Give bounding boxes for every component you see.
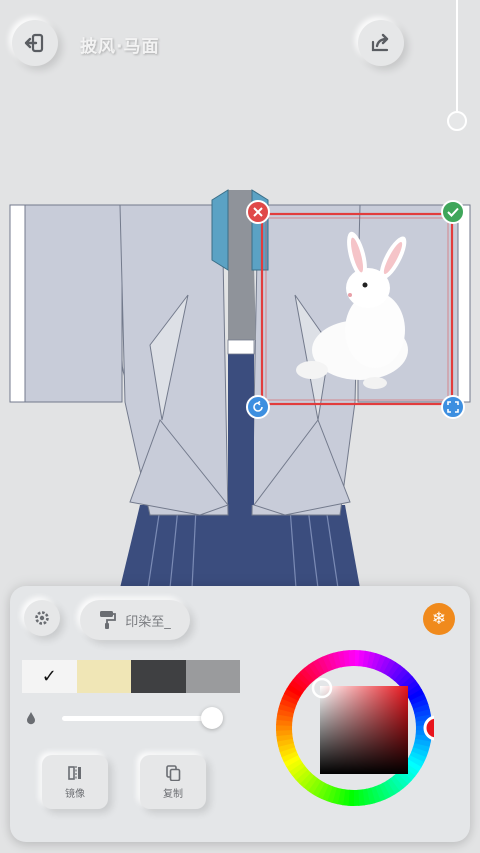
check-icon <box>447 207 459 217</box>
print-to-label: 印染至_ <box>125 614 171 630</box>
delete-sticker-button[interactable] <box>246 200 270 224</box>
page-title: 披风·马面 <box>80 37 160 57</box>
back-button[interactable] <box>12 20 58 66</box>
share-button[interactable] <box>358 20 404 66</box>
mirror-icon <box>68 765 81 780</box>
snowflake-icon: ❄ <box>431 609 447 629</box>
exit-icon <box>24 33 44 53</box>
paint-roller-icon <box>100 611 117 629</box>
scale-sticker-handle[interactable] <box>441 395 465 419</box>
zoom-slider-track[interactable] <box>456 0 458 112</box>
color-swatches: ✓ <box>22 660 240 693</box>
copy-button[interactable]: 复制 <box>140 755 206 809</box>
color-picker[interactable] <box>274 648 434 808</box>
share-icon <box>371 33 389 52</box>
copy-icon <box>166 764 181 781</box>
droplet-icon <box>27 712 35 725</box>
swatch-white[interactable]: ✓ <box>22 660 77 693</box>
opacity-slider-knob[interactable] <box>201 707 223 729</box>
close-icon <box>253 207 263 217</box>
print-to-button[interactable]: 印染至_ <box>80 600 190 640</box>
freeze-button[interactable]: ❄ <box>423 603 455 635</box>
swatch-gray[interactable] <box>185 660 240 693</box>
saturation-value-square[interactable] <box>320 686 408 774</box>
rotate-sticker-handle[interactable] <box>246 395 270 419</box>
gear-icon <box>35 611 49 625</box>
rotate-icon <box>253 401 263 412</box>
mirror-label: 镜像 <box>65 788 85 800</box>
swatch-cream[interactable] <box>76 660 131 693</box>
swatch-charcoal[interactable] <box>131 660 186 693</box>
expand-icon <box>447 401 459 413</box>
confirm-sticker-button[interactable] <box>441 200 465 224</box>
mirror-button[interactable]: 镜像 <box>42 755 108 809</box>
zoom-slider-knob[interactable] <box>447 111 467 131</box>
garment-canvas[interactable] <box>0 180 480 590</box>
edit-panel: 印染至_ ❄ ✓ 镜像 复制 <box>10 586 470 842</box>
copy-label: 复制 <box>163 788 183 800</box>
opacity-slider-track[interactable] <box>62 716 214 721</box>
settings-button[interactable] <box>24 600 60 636</box>
horse-face-skirt <box>120 505 360 589</box>
check-icon: ✓ <box>41 666 57 687</box>
hue-cursor[interactable] <box>423 715 434 741</box>
